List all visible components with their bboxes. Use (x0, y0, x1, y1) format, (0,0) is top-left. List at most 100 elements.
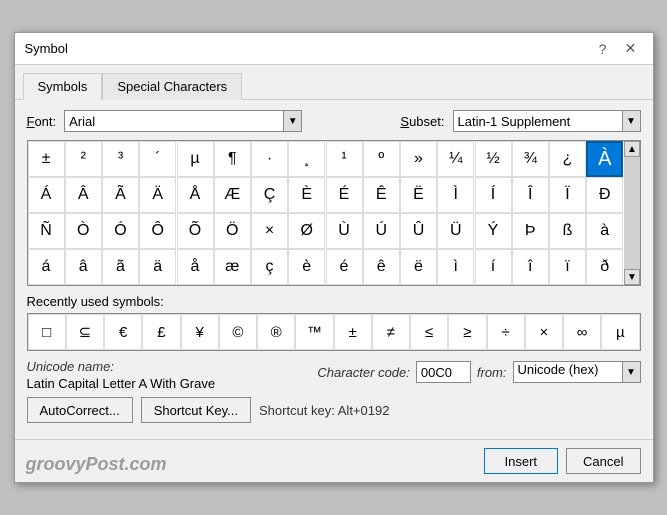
symbol-cell[interactable]: ç (251, 249, 288, 285)
symbol-cell[interactable]: ã (102, 249, 139, 285)
scrollbar-down[interactable]: ▼ (624, 269, 640, 285)
symbol-cell[interactable]: Ã (102, 177, 139, 213)
symbol-cell[interactable]: ß (549, 213, 586, 249)
subset-dropdown-arrow[interactable]: ▼ (623, 110, 641, 132)
symbol-cell[interactable]: ¿ (549, 141, 586, 177)
recent-symbol-cell[interactable]: ¥ (181, 314, 219, 350)
recent-symbol-cell[interactable]: µ (601, 314, 639, 350)
recent-symbol-cell[interactable]: ⊆ (66, 314, 104, 350)
symbol-cell[interactable]: ½ (475, 141, 512, 177)
symbol-cell[interactable]: Î (512, 177, 549, 213)
recent-symbol-cell[interactable]: □ (28, 314, 66, 350)
symbol-cell[interactable]: Ô (139, 213, 176, 249)
symbol-cell[interactable]: æ (214, 249, 251, 285)
symbol-cell[interactable]: ² (65, 141, 102, 177)
symbol-cell[interactable]: Ù (326, 213, 363, 249)
symbol-cell[interactable]: ¼ (437, 141, 474, 177)
symbol-cell[interactable]: ¹ (326, 141, 363, 177)
tab-special-characters[interactable]: Special Characters (102, 73, 242, 100)
autocorrect-button[interactable]: AutoCorrect... (27, 397, 133, 423)
charcode-input[interactable] (416, 361, 471, 383)
symbol-cell[interactable]: Á (28, 177, 65, 213)
shortcut-key-button[interactable]: Shortcut Key... (141, 397, 251, 423)
recent-symbol-cell[interactable]: ± (334, 314, 372, 350)
symbol-cell[interactable]: Ä (139, 177, 176, 213)
recent-symbol-cell[interactable]: ≤ (410, 314, 448, 350)
symbol-cell[interactable]: Ø (288, 213, 325, 249)
dialog-content: Font: Arial ▼ Subset: Latin-1 Supplement… (15, 99, 653, 439)
recent-symbol-cell[interactable]: ∞ (563, 314, 601, 350)
symbol-cell[interactable]: ï (549, 249, 586, 285)
recent-symbol-cell[interactable]: ÷ (487, 314, 525, 350)
symbol-cell[interactable]: Ý (475, 213, 512, 249)
recent-symbol-cell[interactable]: ≠ (372, 314, 410, 350)
symbol-cell[interactable]: é (326, 249, 363, 285)
symbol-cell[interactable]: á (28, 249, 65, 285)
symbol-cell[interactable]: Ü (437, 213, 474, 249)
symbol-cell[interactable]: Õ (177, 213, 214, 249)
recent-symbol-cell[interactable]: © (219, 314, 257, 350)
symbol-cell[interactable]: è (288, 249, 325, 285)
from-select[interactable]: Unicode (hex) (513, 361, 623, 383)
help-button[interactable]: ? (591, 37, 615, 61)
recent-symbol-cell[interactable]: × (525, 314, 563, 350)
symbol-cell[interactable]: ³ (102, 141, 139, 177)
symbol-cell[interactable]: ¸ (288, 141, 325, 177)
cancel-button[interactable]: Cancel (566, 448, 640, 474)
symbol-cell[interactable]: î (512, 249, 549, 285)
symbol-cell[interactable]: â (65, 249, 102, 285)
symbol-cell[interactable]: ð (586, 249, 623, 285)
close-button[interactable]: ✕ (619, 37, 643, 61)
symbol-cell[interactable]: Ì (437, 177, 474, 213)
symbol-cell[interactable]: È (288, 177, 325, 213)
symbol-cell[interactable]: · (251, 141, 288, 177)
symbol-cell[interactable]: » (400, 141, 437, 177)
recent-symbol-cell[interactable]: ™ (295, 314, 333, 350)
symbol-cell[interactable]: ¾ (512, 141, 549, 177)
symbol-cell[interactable]: à (586, 213, 623, 249)
symbol-cell[interactable]: × (251, 213, 288, 249)
tab-symbols[interactable]: Symbols (23, 73, 103, 100)
symbol-cell[interactable]: Ò (65, 213, 102, 249)
symbol-cell[interactable]: µ (177, 141, 214, 177)
recent-symbol-cell[interactable]: ≥ (448, 314, 486, 350)
symbol-cell[interactable]: Â (65, 177, 102, 213)
symbol-cell[interactable]: Ê (363, 177, 400, 213)
symbol-cell[interactable]: Ó (102, 213, 139, 249)
symbol-cell[interactable]: ê (363, 249, 400, 285)
insert-button[interactable]: Insert (484, 448, 559, 474)
symbol-cell[interactable]: À (586, 141, 623, 177)
symbol-cell[interactable]: ´ (139, 141, 176, 177)
font-label: Font: (27, 114, 57, 129)
symbol-cell[interactable]: Å (177, 177, 214, 213)
symbol-cell[interactable]: å (177, 249, 214, 285)
symbol-cell[interactable]: ¶ (214, 141, 251, 177)
symbol-cell[interactable]: É (326, 177, 363, 213)
symbol-cell[interactable]: í (475, 249, 512, 285)
font-select[interactable]: Arial (64, 110, 284, 132)
recent-symbol-cell[interactable]: £ (142, 314, 180, 350)
symbol-cell[interactable]: Æ (214, 177, 251, 213)
subset-select[interactable]: Latin-1 Supplement (453, 110, 623, 132)
symbol-cell[interactable]: ë (400, 249, 437, 285)
from-dropdown-arrow[interactable]: ▼ (623, 361, 641, 383)
scrollbar-up[interactable]: ▲ (624, 141, 640, 157)
symbol-cell[interactable]: º (363, 141, 400, 177)
symbol-cell[interactable]: Ú (363, 213, 400, 249)
symbol-cell[interactable]: Ö (214, 213, 251, 249)
symbol-cell[interactable]: Û (400, 213, 437, 249)
symbol-cell[interactable]: Þ (512, 213, 549, 249)
symbol-cell[interactable]: Ð (586, 177, 623, 213)
symbol-cell[interactable]: Ï (549, 177, 586, 213)
symbol-cell[interactable]: ä (139, 249, 176, 285)
scrollbar-track[interactable] (624, 157, 640, 269)
font-dropdown-arrow[interactable]: ▼ (284, 110, 302, 132)
symbol-cell[interactable]: Ë (400, 177, 437, 213)
symbol-cell[interactable]: ± (28, 141, 65, 177)
symbol-cell[interactable]: Ç (251, 177, 288, 213)
symbol-cell[interactable]: ì (437, 249, 474, 285)
recent-symbol-cell[interactable]: ® (257, 314, 295, 350)
symbol-cell[interactable]: Ñ (28, 213, 65, 249)
symbol-cell[interactable]: Í (475, 177, 512, 213)
recent-symbol-cell[interactable]: € (104, 314, 142, 350)
